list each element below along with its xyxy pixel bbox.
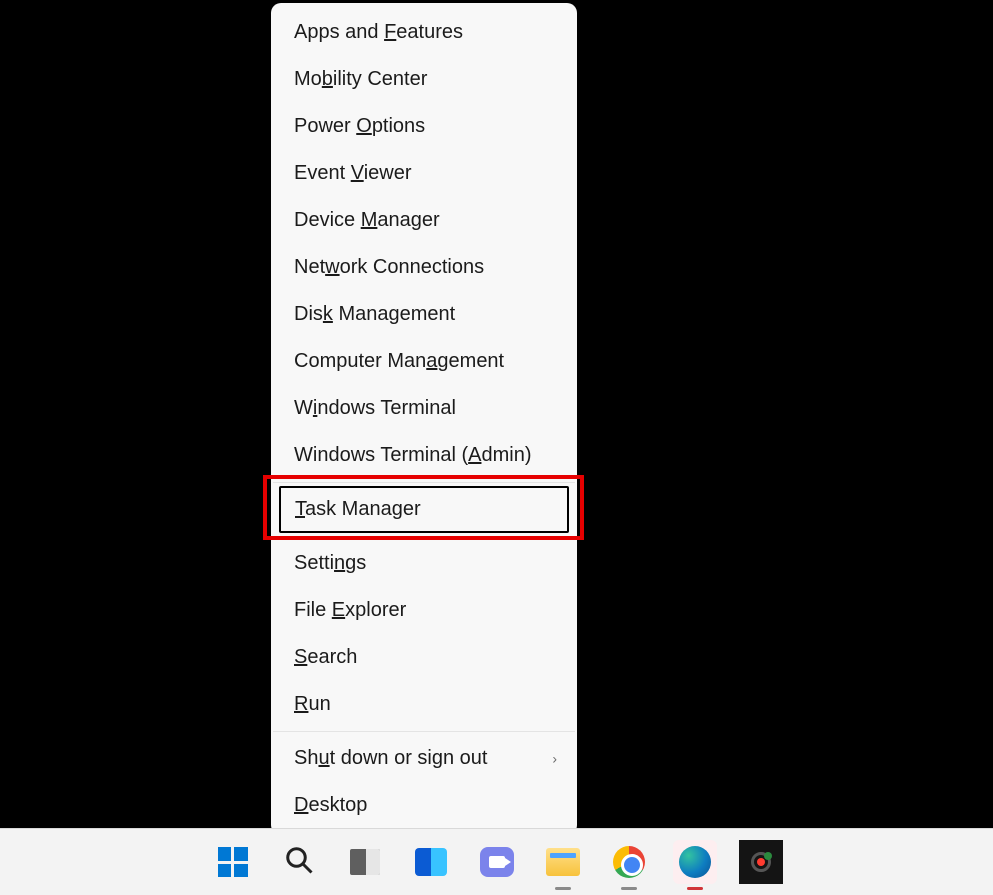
taskbar [0, 828, 993, 895]
menu-item-run[interactable]: Run [271, 681, 577, 728]
widgets-icon [415, 848, 447, 876]
menu-item-apps-and-features[interactable]: Apps and Features [271, 9, 577, 56]
file-explorer-button[interactable] [541, 840, 585, 884]
edge-button[interactable] [673, 840, 717, 884]
menu-item-device-manager[interactable]: Device Manager [271, 197, 577, 244]
menu-item-search[interactable]: Search [271, 634, 577, 681]
chat-button[interactable] [475, 840, 519, 884]
task-view-icon [350, 849, 380, 875]
menu-item-task-manager[interactable]: Task Manager [279, 486, 569, 533]
menu-item-power-options[interactable]: Power Options [271, 103, 577, 150]
menu-item-file-explorer[interactable]: File Explorer [271, 587, 577, 634]
menu-item-shut-down-or-sign-out[interactable]: Shut down or sign out› [271, 735, 577, 782]
menu-item-desktop[interactable]: Desktop [271, 782, 577, 829]
search-icon [284, 845, 314, 880]
menu-item-computer-management[interactable]: Computer Management [271, 338, 577, 385]
edge-icon [679, 846, 711, 878]
taskbar-indicator [687, 887, 703, 890]
winx-context-menu[interactable]: Apps and FeaturesMobility CenterPower Op… [271, 3, 577, 835]
chrome-icon [613, 846, 645, 878]
search-button[interactable] [277, 840, 321, 884]
chrome-button[interactable] [607, 840, 651, 884]
menu-item-windows-terminal-admin[interactable]: Windows Terminal (Admin) [271, 432, 577, 479]
taskbar-indicator [621, 887, 637, 890]
menu-item-settings[interactable]: Settings [271, 540, 577, 587]
menu-divider [273, 536, 575, 537]
menu-divider [273, 731, 575, 732]
windows-logo-icon [218, 847, 248, 877]
menu-item-mobility-center[interactable]: Mobility Center [271, 56, 577, 103]
menu-item-windows-terminal[interactable]: Windows Terminal [271, 385, 577, 432]
chat-icon [480, 847, 514, 877]
chevron-right-icon: › [552, 749, 557, 768]
task-view-button[interactable] [343, 840, 387, 884]
menu-item-disk-management[interactable]: Disk Management [271, 291, 577, 338]
screen-recorder-button[interactable] [739, 840, 783, 884]
menu-item-network-connections[interactable]: Network Connections [271, 244, 577, 291]
file-explorer-icon [546, 848, 580, 876]
start-button[interactable] [211, 840, 255, 884]
widgets-button[interactable] [409, 840, 453, 884]
screen-recorder-icon [739, 840, 783, 884]
menu-divider [273, 482, 575, 483]
taskbar-indicator [555, 887, 571, 890]
menu-item-event-viewer[interactable]: Event Viewer [271, 150, 577, 197]
